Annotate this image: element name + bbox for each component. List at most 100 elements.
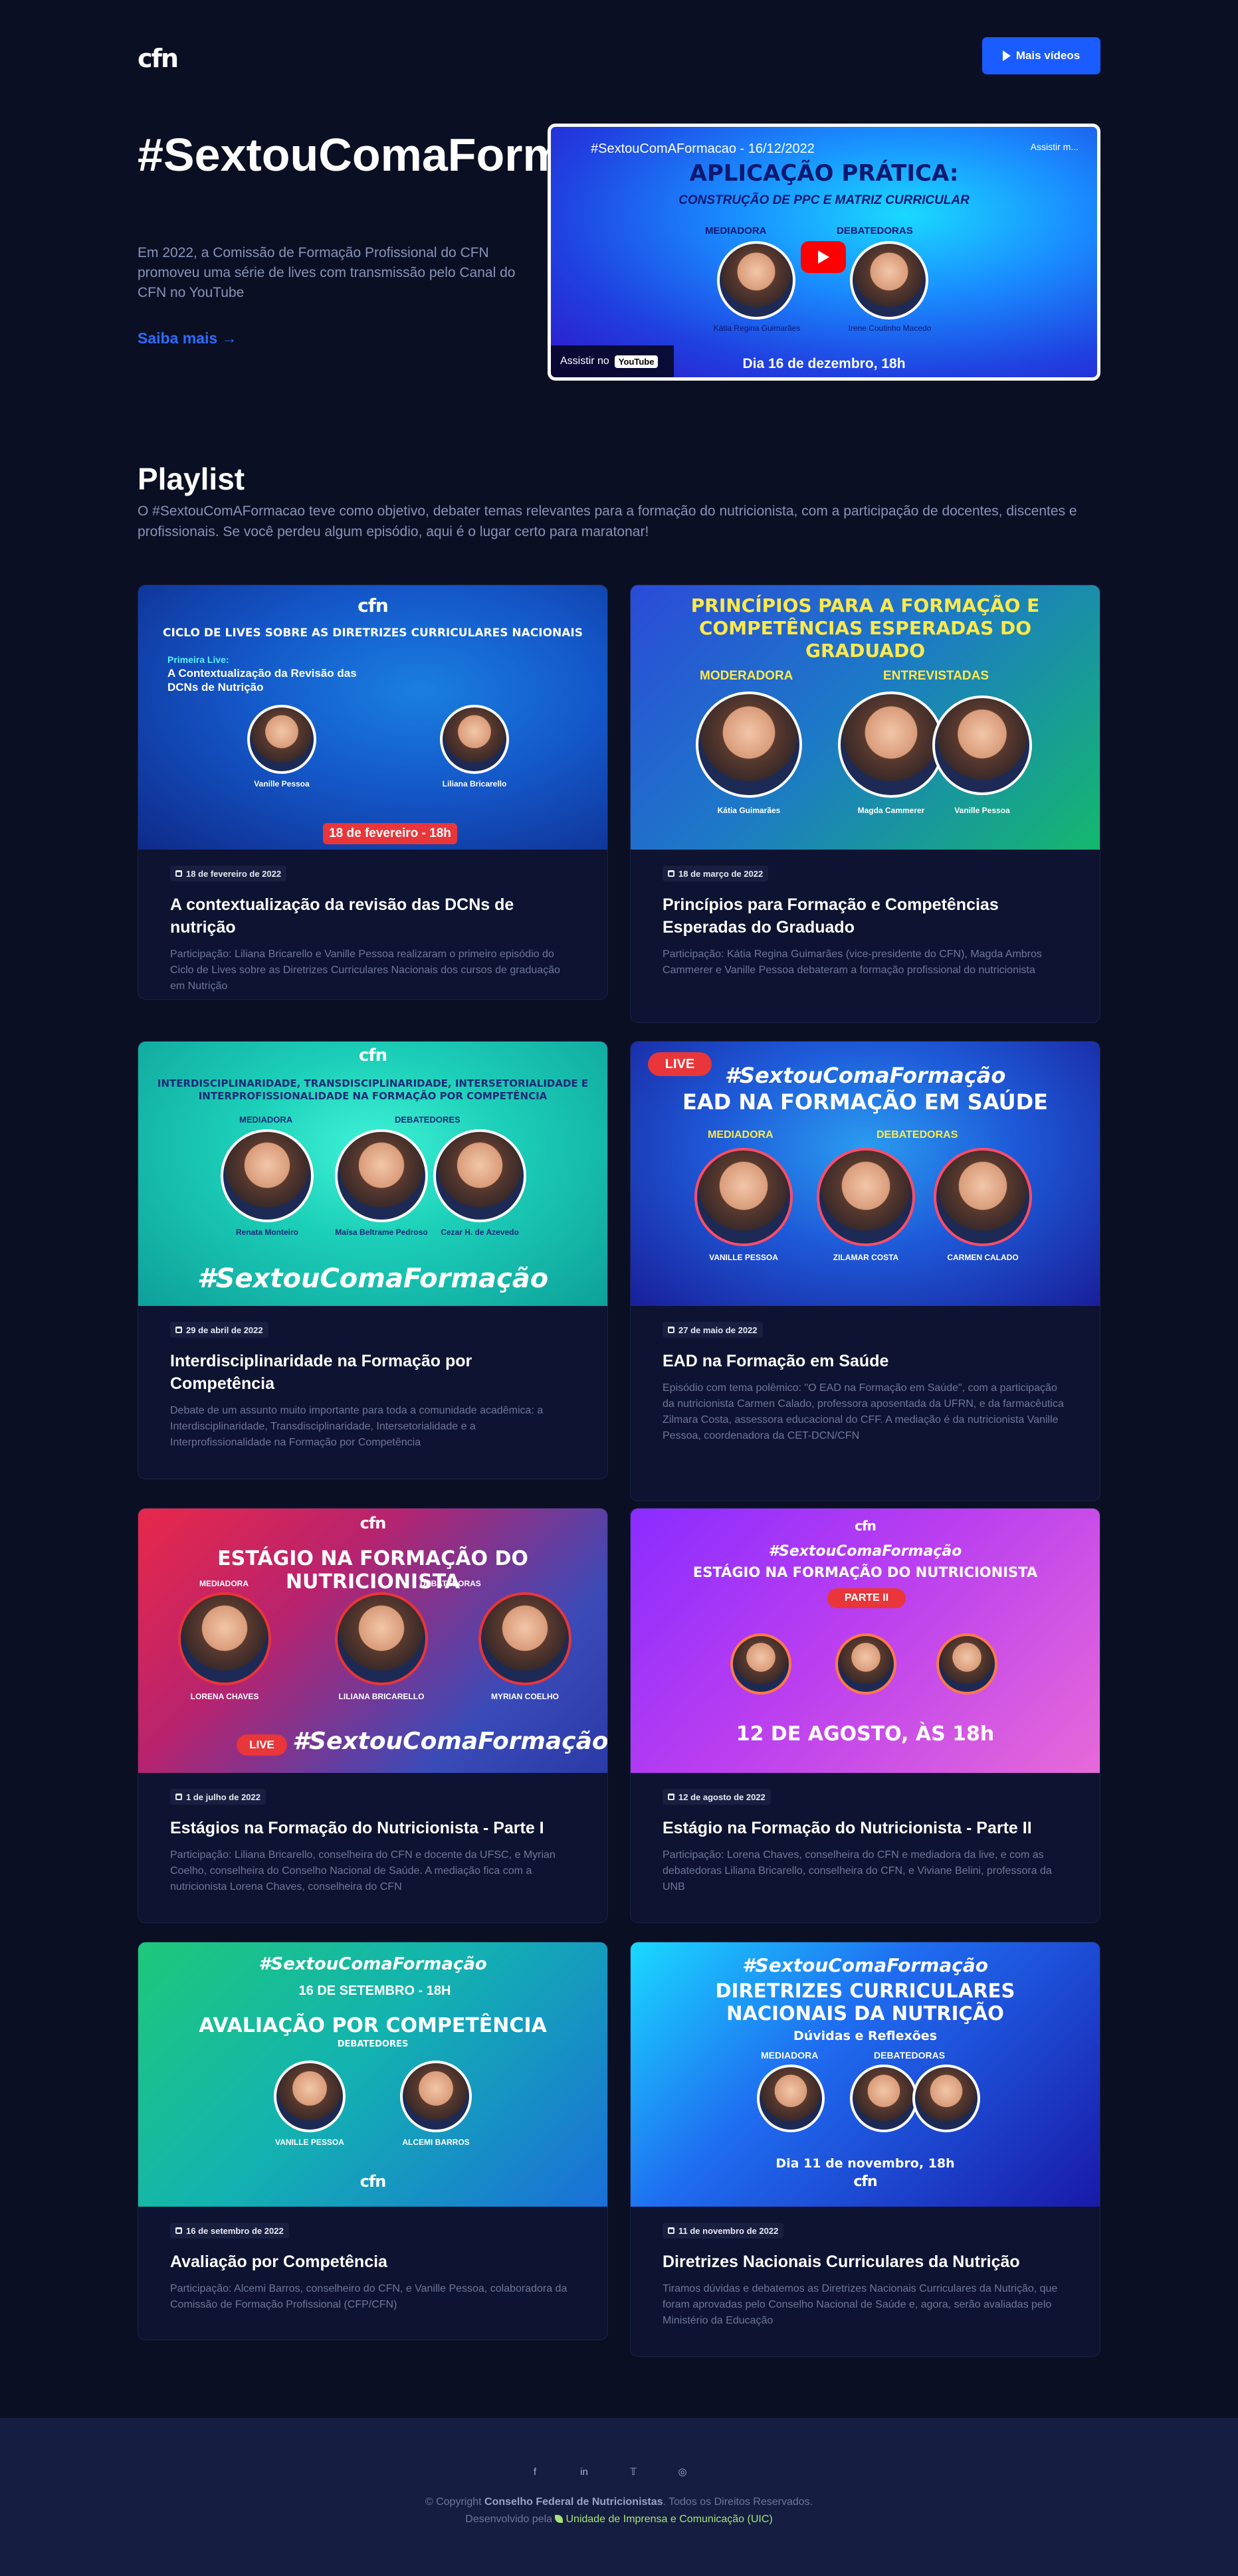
episode-date-badge: 16 de setembro de 2022 [170, 2223, 289, 2239]
episode-description: Participação: Liliana Bricarello e Vanil… [170, 949, 560, 992]
episode-title[interactable]: A contextualização da revisão das DCNs d… [170, 893, 575, 939]
copyright-prefix: © Copyright [425, 2496, 482, 2508]
leaf-icon [555, 2515, 564, 2523]
episode-title[interactable]: Avaliação por Competência [170, 2251, 575, 2273]
linkedin-icon[interactable]: in [577, 2464, 591, 2479]
guest-photo [400, 2061, 472, 2132]
guest-name: Kátia Guimarães [717, 806, 781, 815]
episode-title[interactable]: Interdisciplinaridade na Formação por Co… [170, 1350, 575, 1395]
calendar-icon [668, 2227, 674, 2234]
learn-more-link[interactable]: Saiba mais → [138, 329, 237, 347]
thumb-role: MEDIADORA [199, 1579, 249, 1588]
card-thumbnail[interactable]: LIVE #SextouComaFormação EAD NA FORMAÇÃO… [631, 1042, 1100, 1306]
thumb-hashtag: #SextouComaFormação [292, 1728, 607, 1755]
playlist-title: Playlist [138, 462, 245, 496]
thumb-heading: ESTÁGIO NA FORMAÇÃO DO NUTRICIONISTA [692, 1564, 1038, 1580]
playlist-card[interactable]: PRINCÍPIOS PARA A FORMAÇÃO E COMPETÊNCIA… [630, 585, 1100, 1023]
thumb-role: MEDIADORA [239, 1115, 293, 1125]
episode-date: 12 de agosto de 2022 [678, 1792, 766, 1802]
thumb-hashtag: #SextouComaFormação [768, 1543, 962, 1560]
play-icon [817, 250, 829, 264]
thumb-role: MODERADORA [700, 669, 793, 683]
thumb-hashtag: #SextouComaFormação [258, 1954, 487, 1974]
guest-photo [694, 1148, 793, 1246]
cfn-logo: cfn [360, 1514, 387, 1532]
episode-description: Participação: Alcemi Barros, conselheiro… [170, 2283, 567, 2310]
featured-video-player[interactable]: #SextouComAFormacao - 16/12/2022 Assisti… [548, 124, 1100, 381]
guest-photo [757, 2065, 825, 2132]
facebook-icon[interactable]: f [528, 2464, 542, 2479]
episode-date-badge: 12 de agosto de 2022 [663, 1789, 771, 1805]
guest-photo [838, 691, 944, 798]
video-debater-photo [850, 241, 928, 320]
copyright-suffix: . Todos os Direitos Reservados. [663, 2496, 813, 2508]
episode-description: Episódio com tema polêmico: "O EAD na Fo… [663, 1382, 1064, 1441]
thumb-heading: EAD NA FORMAÇÃO EM SAÚDE [682, 1089, 1048, 1115]
guest-name: Magda Cammerer [857, 806, 925, 815]
guest-name: LORENA CHAVES [190, 1692, 259, 1701]
cfn-logo[interactable]: cfn [138, 44, 179, 73]
thumb-date: 12 DE AGOSTO, ÀS 18h [736, 1722, 995, 1746]
card-thumbnail[interactable]: #SextouComaFormação DIRETRIZES CURRICULA… [631, 1942, 1100, 2207]
video-moderator-name: Kátia Regina Guimarães [713, 323, 801, 333]
instagram-icon[interactable]: ◎ [675, 2464, 690, 2479]
thumb-role: MEDIADORA [761, 2050, 819, 2061]
playlist-card[interactable]: cfn INTERDISCIPLINARIDADE, TRANSDISCIPLI… [138, 1041, 608, 1479]
playlist-card[interactable]: #SextouComaFormação DIRETRIZES CURRICULA… [630, 1942, 1100, 2357]
thumb-role: DEBATEDORES [337, 2039, 409, 2049]
guest-name: Cezar H. de Azevedo [441, 1228, 519, 1237]
thumb-role: ENTREVISTADAS [883, 669, 989, 683]
episode-title[interactable]: Princípios para Formação e Competências … [663, 893, 1068, 939]
thumb-role: DEBATEDORES [395, 1115, 461, 1125]
episode-title[interactable]: Estágios na Formação do Nutricionista - … [170, 1817, 575, 1839]
developer-link[interactable]: Unidade de Imprensa e Comunicação (UIC) [566, 2514, 772, 2525]
guest-photo [850, 2065, 918, 2132]
playlist-card[interactable]: cfn CICLO DE LIVES SOBRE AS DIRETRIZES C… [138, 585, 608, 1000]
watch-later-button[interactable]: Assistir m... [1031, 141, 1079, 152]
cfn-logo: cfn [853, 2173, 877, 2190]
playlist-card[interactable]: cfn #SextouComaFormação ESTÁGIO NA FORMA… [630, 1508, 1100, 1923]
playlist-card[interactable]: LIVE #SextouComaFormação EAD NA FORMAÇÃO… [630, 1041, 1100, 1501]
thumb-subtitle: Dúvidas e Reflexões [793, 2029, 938, 2043]
twitter-icon[interactable]: 𝕋 [626, 2464, 641, 2479]
guest-name: Liliana Bricarello [442, 779, 507, 788]
card-thumbnail[interactable]: #SextouComaFormação 16 DE SETEMBRO - 18H… [138, 1942, 607, 2207]
thumb-hashtag: #SextouComaFormação [197, 1263, 549, 1294]
video-moderator-photo [717, 241, 795, 320]
more-videos-label: Mais vídeos [1015, 49, 1081, 62]
episode-title[interactable]: Diretrizes Nacionais Curriculares da Nut… [663, 2251, 1068, 2273]
developer-prefix: Desenvolvido pela [465, 2514, 553, 2525]
episode-title[interactable]: EAD na Formação em Saúde [663, 1350, 1068, 1372]
thumb-heading: DIRETRIZES CURRICULARES NACIONAIS DA NUT… [715, 1979, 1015, 2025]
playlist-card[interactable]: #SextouComaFormação 16 DE SETEMBRO - 18H… [138, 1942, 608, 2340]
cfn-logo: cfn [855, 1518, 877, 1534]
guest-name: CARMEN CALADO [947, 1253, 1019, 1262]
card-thumbnail[interactable]: cfn ESTÁGIO NA FORMAÇÃO DO NUTRICIONISTA… [138, 1509, 607, 1773]
cfn-logo: cfn [358, 1046, 387, 1065]
thumb-subtitle: A Contextualização da Revisão das DCNs d… [167, 667, 357, 693]
guest-name: Vanille Pessoa [254, 779, 310, 788]
watch-on-youtube-button[interactable]: Assistir no YouTube [551, 345, 674, 377]
card-thumbnail[interactable]: cfn CICLO DE LIVES SOBRE AS DIRETRIZES C… [138, 585, 607, 850]
video-play-button[interactable] [801, 241, 846, 273]
card-thumbnail[interactable]: PRINCÍPIOS PARA A FORMAÇÃO E COMPETÊNCIA… [631, 585, 1100, 850]
guest-photo [335, 1129, 428, 1222]
youtube-logo: YouTube [614, 355, 659, 368]
more-videos-button[interactable]: Mais vídeos [982, 37, 1100, 74]
episode-title[interactable]: Estágio na Formação do Nutricionista - P… [663, 1817, 1068, 1839]
episode-description: Tiramos dúvidas e debatemos as Diretrize… [663, 2283, 1058, 2326]
video-title[interactable]: #SextouComAFormacao - 16/12/2022 [591, 141, 815, 157]
episode-date-badge: 29 de abril de 2022 [170, 1322, 268, 1338]
guest-name: LILIANA BRICARELLO [338, 1692, 425, 1701]
card-thumbnail[interactable]: cfn INTERDISCIPLINARIDADE, TRANSDISCIPLI… [138, 1042, 607, 1306]
part-badge: PARTE II [827, 1588, 906, 1608]
hero-title: #SextouComaFormação [138, 129, 671, 181]
episode-date-badge: 27 de maio de 2022 [663, 1322, 763, 1338]
card-thumbnail[interactable]: cfn #SextouComaFormação ESTÁGIO NA FORMA… [631, 1509, 1100, 1773]
guest-photo [912, 2065, 980, 2132]
guest-name: Renata Monteiro [235, 1228, 298, 1237]
playlist-description: O #SextouComAFormacao teve como objetivo… [138, 504, 1077, 539]
playlist-card[interactable]: cfn ESTÁGIO NA FORMAÇÃO DO NUTRICIONISTA… [138, 1508, 608, 1923]
thumb-subheading: Primeira Live: [167, 654, 229, 665]
episode-date-badge: 11 de novembro de 2022 [663, 2223, 784, 2239]
